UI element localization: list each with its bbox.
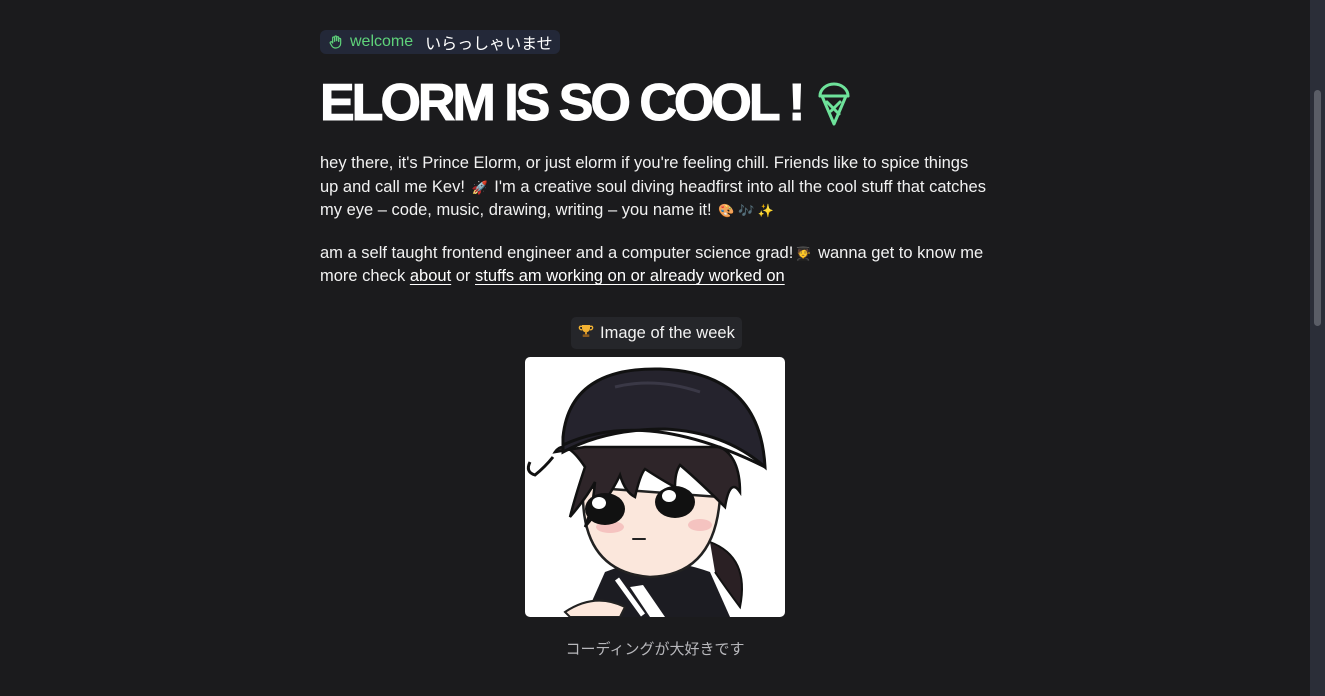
- welcome-text: welcome: [350, 33, 414, 50]
- welcome-badge: welcome いらっしゃいませ: [320, 30, 560, 54]
- page-title: ELORM IS SO COOL !: [319, 74, 805, 132]
- bio-text-before: am a self taught frontend engineer and a…: [320, 243, 794, 262]
- trophy-icon: [578, 323, 594, 344]
- image-of-week-avatar: [525, 357, 785, 617]
- about-link[interactable]: about: [410, 267, 451, 285]
- intro-paragraph: hey there, it's Prince Elorm, or just el…: [320, 152, 990, 223]
- bio-or-text: or: [451, 267, 476, 285]
- welcome-japanese-text: いらっしゃいませ: [425, 36, 553, 53]
- image-of-week-text: Image of the week: [600, 323, 735, 342]
- work-link[interactable]: stuffs am working on or already worked o…: [475, 267, 785, 285]
- image-caption: コーディングが大好きです: [565, 641, 745, 658]
- page: welcome いらっしゃいませ ELORM IS SO COOL ! hey …: [0, 0, 1325, 696]
- graduate-emoji: 🧑‍🎓: [795, 245, 812, 261]
- art-music-sparkle-emojis: 🎨 🎶 ✨: [718, 203, 774, 218]
- bio-paragraph: am a self taught frontend engineer and a…: [320, 242, 1000, 289]
- image-of-week-label: Image of the week: [571, 317, 742, 349]
- ice-cream-icon: [816, 80, 852, 126]
- scrollbar-thumb[interactable]: [1314, 90, 1321, 326]
- main-content: welcome いらっしゃいませ ELORM IS SO COOL ! hey …: [319, 30, 1000, 289]
- title-row: ELORM IS SO COOL !: [319, 73, 1000, 133]
- waving-hand-icon: [328, 34, 344, 50]
- scrollbar[interactable]: [1310, 0, 1325, 696]
- rocket-emoji: 🚀: [471, 179, 488, 195]
